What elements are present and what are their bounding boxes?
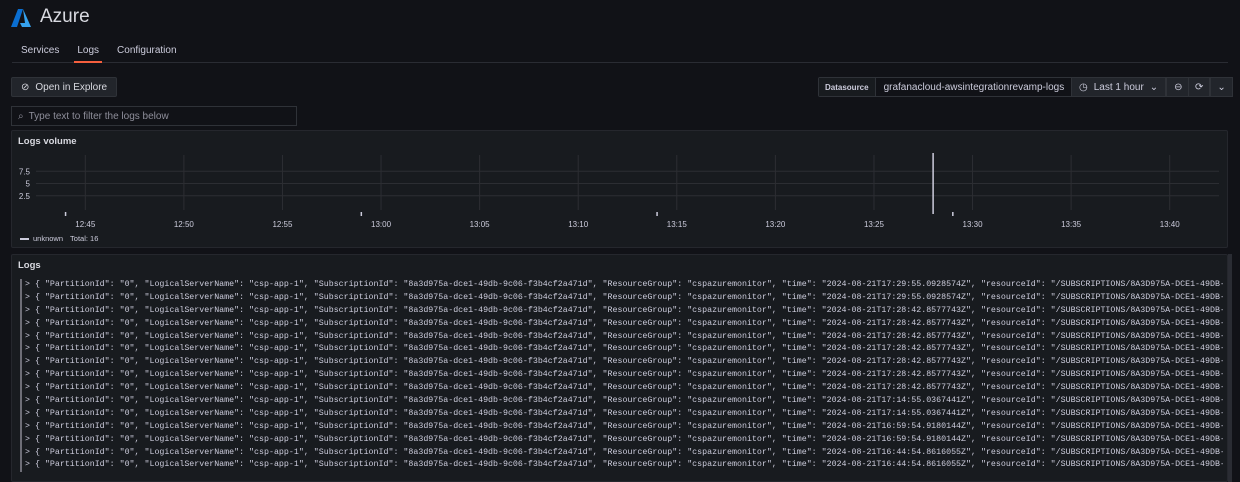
log-filter-input[interactable]: ⌕ Type text to filter the logs below	[11, 106, 297, 126]
x-tick-label: 13:40	[1160, 220, 1181, 229]
datasource-label: Datasource	[819, 78, 876, 96]
x-tick-label: 13:10	[568, 220, 589, 229]
log-row[interactable]: > { "PartitionId": "0", "LogicalServerNa…	[20, 407, 1223, 421]
log-row[interactable]: > { "PartitionId": "0", "LogicalServerNa…	[20, 446, 1223, 460]
log-row[interactable]: > { "PartitionId": "0", "LogicalServerNa…	[20, 317, 1223, 331]
x-tick-label: 13:15	[667, 220, 688, 229]
y-tick-label: 7.5	[19, 167, 31, 176]
x-tick-label: 13:20	[765, 220, 786, 229]
legend-total: Total: 16	[70, 234, 99, 243]
x-tick-label: 13:00	[371, 220, 392, 229]
log-row[interactable]: > { "PartitionId": "0", "LogicalServerNa…	[20, 291, 1223, 305]
clock-icon: ◷	[1079, 81, 1088, 93]
x-tick-label: 12:45	[75, 220, 96, 229]
panel-title: Logs	[18, 260, 41, 271]
log-row[interactable]: > { "PartitionId": "0", "LogicalServerNa…	[20, 304, 1223, 318]
search-placeholder: Type text to filter the logs below	[28, 110, 169, 122]
x-tick-label: 12:50	[174, 220, 195, 229]
zoom-out-icon: ⊖	[1174, 81, 1183, 93]
log-row[interactable]: > { "PartitionId": "0", "LogicalServerNa…	[20, 330, 1223, 344]
legend-name: unknown	[33, 234, 64, 243]
logs-volume-panel: Logs volume 2.5 5 7.5 12:45 12:50 12:55 13:00 1…	[11, 130, 1228, 248]
open-in-explore-button[interactable]: ⊘ Open in Explore	[11, 77, 118, 97]
refresh-picker: ⟳ ⌄	[1188, 77, 1233, 97]
chevron-down-icon: ⌄	[1149, 81, 1159, 93]
x-tick-label: 13:30	[963, 220, 984, 229]
log-row[interactable]: > { "PartitionId": "0", "LogicalServerNa…	[20, 420, 1223, 434]
volume-bar	[64, 212, 67, 216]
volume-bar	[952, 212, 954, 216]
volume-bar	[656, 212, 658, 216]
legend[interactable]: unknown Total: 16	[20, 234, 98, 243]
logs-panel: Logs > { "PartitionId": "0", "LogicalSer…	[11, 254, 1228, 482]
refresh-icon: ⟳	[1195, 81, 1204, 93]
datasource-value: grafanacloud-awsintegrationrevamp-logs	[883, 81, 1065, 93]
refresh-button[interactable]: ⟳	[1188, 77, 1211, 97]
datasource-picker[interactable]: Datasource grafanacloud-awsintegrationre…	[818, 77, 1090, 97]
chevron-down-icon: ⌄	[1217, 81, 1226, 93]
tab-logs[interactable]: Logs	[68, 40, 108, 63]
tab-configuration[interactable]: Configuration	[108, 40, 185, 62]
open-in-explore-label: Open in Explore	[35, 81, 108, 93]
time-range-label: Last 1 hour	[1093, 81, 1144, 93]
x-tick-label: 13:25	[864, 220, 885, 229]
legend-swatch	[20, 237, 29, 240]
log-row[interactable]: > { "PartitionId": "0", "LogicalServerNa…	[20, 279, 1223, 292]
log-rows: > { "PartitionId": "0", "LogicalServerNa…	[20, 279, 1223, 473]
zoom-out-button[interactable]: ⊖	[1166, 77, 1191, 97]
time-range-button[interactable]: ◷ Last 1 hour ⌄	[1071, 77, 1167, 97]
log-row[interactable]: > { "PartitionId": "0", "LogicalServerNa…	[20, 382, 1223, 396]
y-tick-label: 2.5	[19, 192, 31, 201]
search-icon: ⌕	[18, 110, 24, 122]
x-tick-label: 13:35	[1061, 220, 1082, 229]
log-row[interactable]: > { "PartitionId": "0", "LogicalServerNa…	[20, 369, 1223, 383]
log-row[interactable]: > { "PartitionId": "0", "LogicalServerNa…	[20, 459, 1223, 473]
azure-logo-icon	[11, 9, 31, 27]
log-row[interactable]: > { "PartitionId": "0", "LogicalServerNa…	[20, 433, 1223, 447]
refresh-interval-button[interactable]: ⌄	[1210, 77, 1233, 97]
x-tick-label: 13:05	[470, 220, 491, 229]
page-title: Azure	[40, 6, 90, 27]
scrollbar[interactable]	[1228, 254, 1232, 482]
x-tick-label: 12:55	[272, 220, 293, 229]
compass-icon: ⊘	[21, 81, 30, 93]
volume-bar	[932, 153, 934, 214]
logs-volume-chart: 2.5 5 7.5 12:45 12:50 12:55 13:00 13:05 13:10 13:…	[19, 153, 1219, 229]
log-row[interactable]: > { "PartitionId": "0", "LogicalServerNa…	[20, 343, 1223, 357]
volume-bar	[360, 212, 363, 216]
log-row[interactable]: > { "PartitionId": "0", "LogicalServerNa…	[20, 395, 1223, 408]
y-tick-label: 5	[26, 180, 31, 189]
tab-services[interactable]: Services	[12, 40, 68, 62]
tab-bar: Services Logs Configuration	[12, 40, 1228, 63]
log-row[interactable]: > { "PartitionId": "0", "LogicalServerNa…	[20, 356, 1223, 370]
time-picker: ◷ Last 1 hour ⌄ ⊖	[1071, 77, 1191, 97]
